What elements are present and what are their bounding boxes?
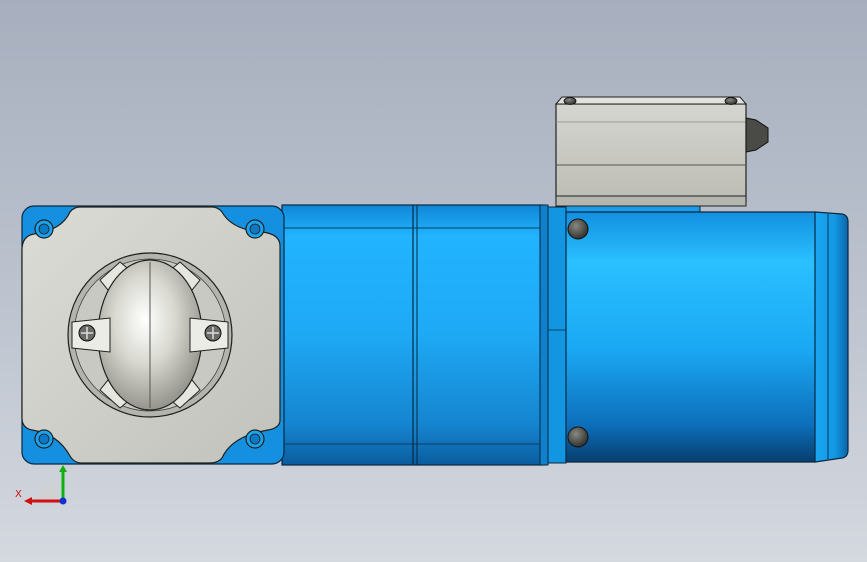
cable-gland-icon <box>745 117 769 153</box>
view-orientation-triad[interactable]: X Y <box>10 464 80 509</box>
motor-bolt-top-icon <box>567 218 589 240</box>
motor-housing[interactable] <box>565 211 849 463</box>
terminal-box[interactable] <box>554 96 769 223</box>
motor-bolt-bottom-icon <box>567 426 589 448</box>
gearbox-flange[interactable] <box>21 205 285 465</box>
gearbox-body[interactable] <box>281 204 567 466</box>
terminal-screw-right-icon <box>724 97 738 105</box>
z-axis-icon <box>59 497 67 505</box>
x-axis-label: X <box>15 489 22 500</box>
motor-model[interactable] <box>0 0 867 562</box>
graphics-viewport[interactable]: X Y <box>0 0 867 562</box>
terminal-screw-left-icon <box>563 97 577 105</box>
